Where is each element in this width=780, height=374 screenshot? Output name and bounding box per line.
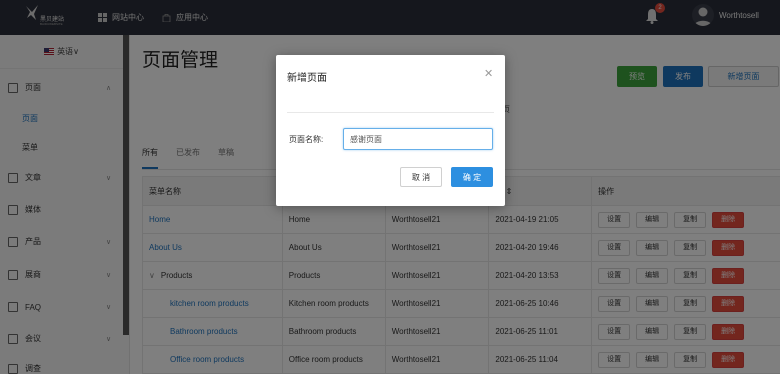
- page-name-input[interactable]: [343, 128, 493, 150]
- dialog-divider: [287, 112, 494, 113]
- dialog-title: 新增页面: [287, 73, 327, 84]
- cancel-button[interactable]: 取 消: [400, 167, 442, 187]
- close-icon[interactable]: ✕: [484, 67, 493, 80]
- new-page-dialog: 新增页面 ✕ 页面名称: 取 消 确 定: [276, 55, 505, 206]
- confirm-button[interactable]: 确 定: [451, 167, 493, 187]
- page-name-label: 页面名称:: [289, 135, 324, 144]
